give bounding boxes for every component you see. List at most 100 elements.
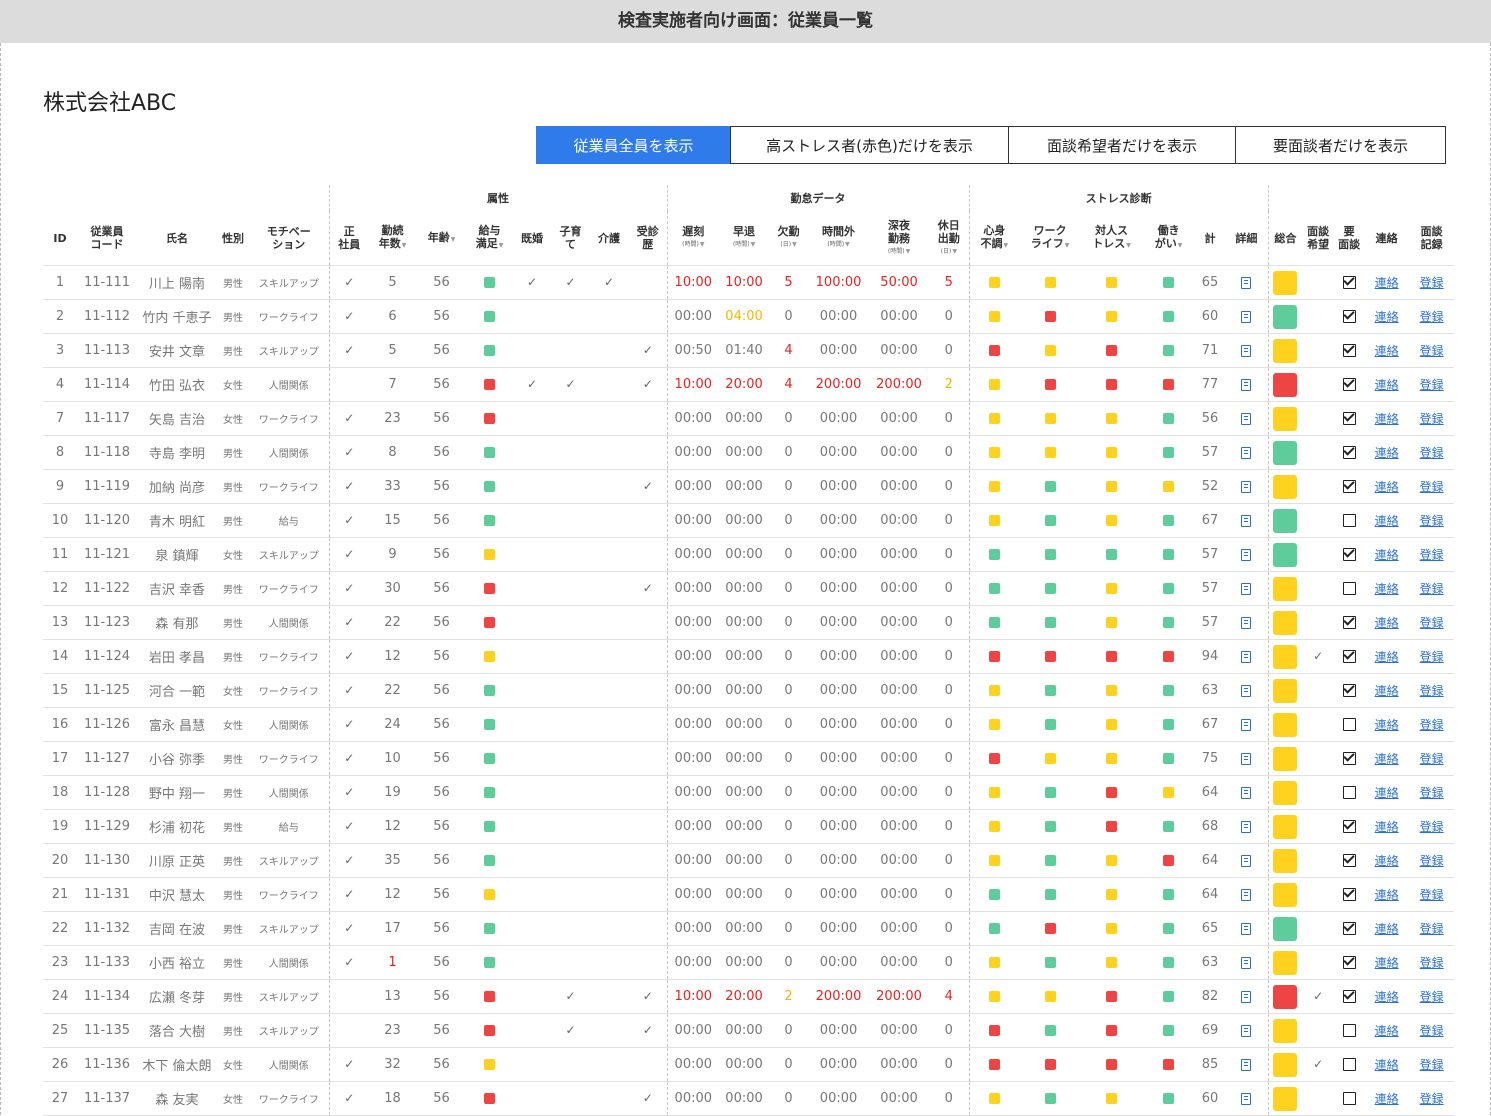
contact-link[interactable]: 連絡 bbox=[1375, 684, 1399, 698]
col-purpose[interactable]: 働き がい▼ bbox=[1142, 211, 1195, 266]
col-late[interactable]: 遅刻 (時間)▼ bbox=[666, 211, 720, 266]
contact-link[interactable]: 連絡 bbox=[1375, 446, 1399, 460]
record-link[interactable]: 登録 bbox=[1420, 378, 1444, 392]
record-link[interactable]: 登録 bbox=[1420, 1092, 1444, 1106]
interview-required-checkbox[interactable] bbox=[1342, 548, 1356, 561]
clipboard-icon[interactable] bbox=[1241, 820, 1252, 833]
interview-required-checkbox[interactable] bbox=[1342, 480, 1356, 493]
col-early[interactable]: 早退 (時間)▼ bbox=[719, 211, 769, 266]
interview-required-checkbox[interactable] bbox=[1342, 752, 1356, 765]
interview-required-checkbox[interactable] bbox=[1342, 888, 1356, 901]
contact-link[interactable]: 連絡 bbox=[1375, 854, 1399, 868]
clipboard-icon[interactable] bbox=[1241, 446, 1252, 459]
clipboard-icon[interactable] bbox=[1241, 412, 1252, 425]
record-link[interactable]: 登録 bbox=[1420, 276, 1444, 290]
interview-required-checkbox[interactable] bbox=[1342, 786, 1356, 799]
show-all-button[interactable]: 従業員全員を表示 bbox=[536, 126, 731, 164]
record-link[interactable]: 登録 bbox=[1420, 650, 1444, 664]
clipboard-icon[interactable] bbox=[1241, 1058, 1252, 1071]
clipboard-icon[interactable] bbox=[1241, 480, 1252, 493]
interview-required-checkbox[interactable] bbox=[1342, 956, 1356, 969]
interview-required-checkbox[interactable] bbox=[1342, 616, 1356, 629]
record-link[interactable]: 登録 bbox=[1420, 582, 1444, 596]
record-link[interactable]: 登録 bbox=[1420, 310, 1444, 324]
show-interview-required-button[interactable]: 要面談者だけを表示 bbox=[1235, 126, 1446, 164]
contact-link[interactable]: 連絡 bbox=[1375, 752, 1399, 766]
contact-link[interactable]: 連絡 bbox=[1375, 718, 1399, 732]
record-link[interactable]: 登録 bbox=[1420, 684, 1444, 698]
record-link[interactable]: 登録 bbox=[1420, 514, 1444, 528]
clipboard-icon[interactable] bbox=[1241, 276, 1252, 289]
clipboard-icon[interactable] bbox=[1241, 616, 1252, 629]
clipboard-icon[interactable] bbox=[1241, 684, 1252, 697]
record-link[interactable]: 登録 bbox=[1420, 548, 1444, 562]
record-link[interactable]: 登録 bbox=[1420, 1058, 1444, 1072]
clipboard-icon[interactable] bbox=[1241, 1092, 1252, 1105]
contact-link[interactable]: 連絡 bbox=[1375, 514, 1399, 528]
contact-link[interactable]: 連絡 bbox=[1375, 1024, 1399, 1038]
interview-required-checkbox[interactable] bbox=[1342, 990, 1356, 1003]
record-link[interactable]: 登録 bbox=[1420, 752, 1444, 766]
contact-link[interactable]: 連絡 bbox=[1375, 378, 1399, 392]
contact-link[interactable]: 連絡 bbox=[1375, 582, 1399, 596]
record-link[interactable]: 登録 bbox=[1420, 990, 1444, 1004]
interview-required-checkbox[interactable] bbox=[1342, 310, 1356, 323]
clipboard-icon[interactable] bbox=[1241, 922, 1252, 935]
record-link[interactable]: 登録 bbox=[1420, 446, 1444, 460]
clipboard-icon[interactable] bbox=[1241, 786, 1252, 799]
contact-link[interactable]: 連絡 bbox=[1375, 616, 1399, 630]
record-link[interactable]: 登録 bbox=[1420, 820, 1444, 834]
col-holiday[interactable]: 休日 出勤 (日)▼ bbox=[929, 211, 969, 266]
contact-link[interactable]: 連絡 bbox=[1375, 990, 1399, 1004]
contact-link[interactable]: 連絡 bbox=[1375, 310, 1399, 324]
clipboard-icon[interactable] bbox=[1241, 548, 1252, 561]
contact-link[interactable]: 連絡 bbox=[1375, 650, 1399, 664]
clipboard-icon[interactable] bbox=[1241, 378, 1252, 391]
record-link[interactable]: 登録 bbox=[1420, 718, 1444, 732]
interview-required-checkbox[interactable] bbox=[1342, 446, 1356, 459]
interview-required-checkbox[interactable] bbox=[1342, 276, 1356, 289]
contact-link[interactable]: 連絡 bbox=[1375, 888, 1399, 902]
record-link[interactable]: 登録 bbox=[1420, 412, 1444, 426]
interview-required-checkbox[interactable] bbox=[1342, 514, 1356, 527]
interview-required-checkbox[interactable] bbox=[1342, 718, 1356, 731]
record-link[interactable]: 登録 bbox=[1420, 1024, 1444, 1038]
contact-link[interactable]: 連絡 bbox=[1375, 480, 1399, 494]
col-worklife[interactable]: ワーク ライフ▼ bbox=[1019, 211, 1081, 266]
col-age[interactable]: 年齢▼ bbox=[416, 211, 467, 266]
record-link[interactable]: 登録 bbox=[1420, 888, 1444, 902]
record-link[interactable]: 登録 bbox=[1420, 956, 1444, 970]
interview-required-checkbox[interactable] bbox=[1342, 1092, 1356, 1105]
interview-required-checkbox[interactable] bbox=[1342, 344, 1356, 357]
clipboard-icon[interactable] bbox=[1241, 310, 1252, 323]
contact-link[interactable]: 連絡 bbox=[1375, 1058, 1399, 1072]
clipboard-icon[interactable] bbox=[1241, 582, 1252, 595]
clipboard-icon[interactable] bbox=[1241, 990, 1252, 1003]
col-absent[interactable]: 欠勤 (日)▼ bbox=[769, 211, 808, 266]
show-interview-wish-button[interactable]: 面談希望者だけを表示 bbox=[1008, 126, 1236, 164]
clipboard-icon[interactable] bbox=[1241, 718, 1252, 731]
clipboard-icon[interactable] bbox=[1241, 650, 1252, 663]
clipboard-icon[interactable] bbox=[1241, 854, 1252, 867]
record-link[interactable]: 登録 bbox=[1420, 616, 1444, 630]
clipboard-icon[interactable] bbox=[1241, 956, 1252, 969]
contact-link[interactable]: 連絡 bbox=[1375, 276, 1399, 290]
clipboard-icon[interactable] bbox=[1241, 888, 1252, 901]
interview-required-checkbox[interactable] bbox=[1342, 1024, 1356, 1037]
contact-link[interactable]: 連絡 bbox=[1375, 412, 1399, 426]
interview-required-checkbox[interactable] bbox=[1342, 820, 1356, 833]
col-personal[interactable]: 対人ス トレス▼ bbox=[1081, 211, 1142, 266]
record-link[interactable]: 登録 bbox=[1420, 344, 1444, 358]
record-link[interactable]: 登録 bbox=[1420, 922, 1444, 936]
contact-link[interactable]: 連絡 bbox=[1375, 956, 1399, 970]
clipboard-icon[interactable] bbox=[1241, 1024, 1252, 1037]
interview-required-checkbox[interactable] bbox=[1342, 922, 1356, 935]
record-link[interactable]: 登録 bbox=[1420, 480, 1444, 494]
col-night[interactable]: 深夜 勤務 (時間)▼ bbox=[869, 211, 929, 266]
contact-link[interactable]: 連絡 bbox=[1375, 922, 1399, 936]
interview-required-checkbox[interactable] bbox=[1342, 582, 1356, 595]
interview-required-checkbox[interactable] bbox=[1342, 412, 1356, 425]
clipboard-icon[interactable] bbox=[1241, 752, 1252, 765]
clipboard-icon[interactable] bbox=[1241, 344, 1252, 357]
contact-link[interactable]: 連絡 bbox=[1375, 786, 1399, 800]
